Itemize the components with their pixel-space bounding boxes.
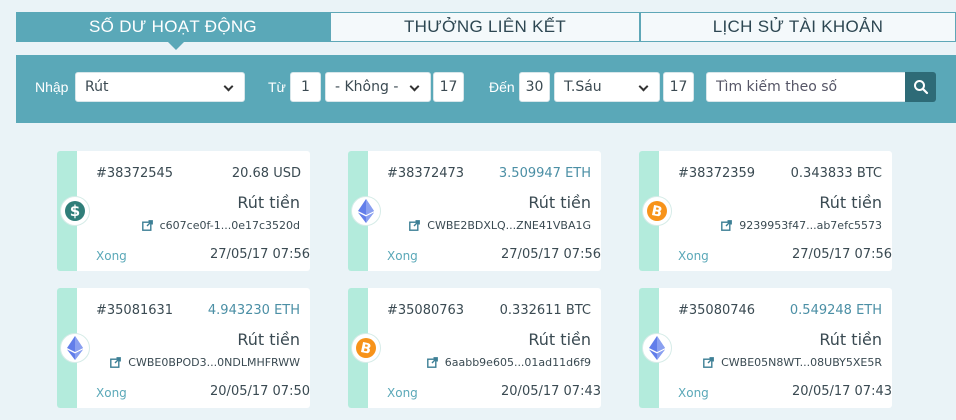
type-label: Nhập xyxy=(35,79,69,95)
transaction-amount: 0.332611 BTC xyxy=(499,303,591,318)
transaction-date: 20/05/17 07:43 xyxy=(792,384,892,399)
transaction-hash: 9239953f47...ab7efc5573 xyxy=(739,219,882,232)
status-badge: Xong xyxy=(678,249,709,263)
search-icon xyxy=(913,80,928,95)
ethereum-coin-icon xyxy=(60,333,90,363)
dollar-coin-icon: $ xyxy=(60,196,90,226)
transaction-card[interactable]: #35081631 4.943230 ETH Rút tiền CWBE0BPOD3.… xyxy=(57,288,310,408)
transaction-hash: CWBE0BPOD3...0NDLMHFRWW xyxy=(128,356,300,369)
from-day-value: 1 xyxy=(301,79,310,95)
transaction-amount: 0.549248 ETH xyxy=(789,303,882,318)
transaction-hash: c607ce0f-1...0e17c3520d xyxy=(159,219,300,232)
external-link-icon xyxy=(721,220,733,231)
status-badge: Xong xyxy=(387,386,418,400)
transaction-amount: 20.68 USD xyxy=(231,166,301,181)
transaction-type: Rút tiền xyxy=(819,330,882,349)
status-badge: Xong xyxy=(387,249,418,263)
transaction-amount: 4.943230 ETH xyxy=(207,303,300,318)
transaction-hash-link[interactable]: 9239953f47...ab7efc5573 xyxy=(721,219,882,232)
from-day-field[interactable]: 1 xyxy=(290,72,321,102)
transaction-hash: CWBE2BDXLQ...ZNE41VBA1G xyxy=(427,219,591,232)
from-year-value: 17 xyxy=(439,79,458,95)
external-link-icon xyxy=(703,357,714,368)
transaction-id: #35080746 xyxy=(678,303,756,318)
transaction-card[interactable]: B #35080763 0.332611 BTC Rút tiền 6aabb9e605… xyxy=(348,288,601,408)
status-badge: Xong xyxy=(96,249,127,263)
transaction-date: 27/05/17 07:56 xyxy=(792,247,892,262)
search-input[interactable] xyxy=(706,72,906,102)
transaction-hash-link[interactable]: CWBE2BDXLQ...ZNE41VBA1G xyxy=(409,219,591,232)
transaction-card[interactable]: #35080746 0.549248 ETH Rút tiền CWBE05N8WT.… xyxy=(639,288,892,408)
to-month-select[interactable]: T.Sáu xyxy=(554,72,660,102)
tab-referral-rewards[interactable]: THƯỞNG LIÊN KẾT xyxy=(330,12,640,42)
transaction-id: #38372545 xyxy=(96,166,174,181)
to-day-value: 30 xyxy=(525,79,544,95)
chevron-down-icon xyxy=(409,81,420,92)
to-day-field[interactable]: 30 xyxy=(519,72,550,102)
transaction-amount: 0.343833 BTC xyxy=(790,166,882,181)
transaction-id: #35081631 xyxy=(96,303,174,318)
transaction-hash: 6aabb9e605...01ad11d6f9 xyxy=(444,356,591,369)
from-month-value: - Không - xyxy=(335,79,399,95)
to-year-field[interactable]: 17 xyxy=(663,72,694,102)
transaction-type: Rút tiền xyxy=(237,193,300,212)
tab-active-balance[interactable]: SỐ DƯ HOẠT ĐỘNG xyxy=(16,12,330,50)
chevron-down-icon xyxy=(638,81,649,92)
filter-bar: Nhập Rút Từ 1 - Không - 17 Đến 30 T.Sáu … xyxy=(16,55,956,123)
transaction-type: Rút tiền xyxy=(528,330,591,349)
transaction-hash-link[interactable]: CWBE0BPOD3...0NDLMHFRWW xyxy=(110,356,300,369)
transaction-id: #38372473 xyxy=(387,166,465,181)
ethereum-coin-icon xyxy=(642,333,672,363)
svg-text:$: $ xyxy=(70,202,80,220)
chevron-down-icon xyxy=(223,81,234,92)
type-select[interactable]: Rút xyxy=(75,72,245,102)
search-button[interactable] xyxy=(905,72,936,102)
from-month-select[interactable]: - Không - xyxy=(325,72,431,102)
to-label: Đến xyxy=(489,79,515,95)
transaction-card[interactable]: #38372473 3.509947 ETH Rút tiền CWBE2BDXLQ.… xyxy=(348,151,601,271)
from-year-field[interactable]: 17 xyxy=(433,72,464,102)
transaction-date: 27/05/17 07:56 xyxy=(501,247,601,262)
external-link-icon xyxy=(409,220,421,231)
from-label: Từ xyxy=(268,79,286,95)
transaction-hash-link[interactable]: 6aabb9e605...01ad11d6f9 xyxy=(426,356,591,369)
transaction-type: Rút tiền xyxy=(819,193,882,212)
type-select-value: Rút xyxy=(85,79,109,95)
transaction-card[interactable]: B #38372359 0.343833 BTC Rút tiền 9239953f47… xyxy=(639,151,892,271)
transaction-hash-link[interactable]: c607ce0f-1...0e17c3520d xyxy=(141,219,300,232)
transaction-date: 27/05/17 07:56 xyxy=(210,247,310,262)
to-month-value: T.Sáu xyxy=(564,79,602,95)
transaction-type: Rút tiền xyxy=(237,330,300,349)
transaction-date: 20/05/17 07:43 xyxy=(501,384,601,399)
bitcoin-coin-icon: B xyxy=(351,333,381,363)
transaction-card[interactable]: $ #38372545 20.68 USD Rút tiền c607ce0f-1...… xyxy=(57,151,310,271)
transaction-id: #35080763 xyxy=(387,303,465,318)
transaction-type: Rút tiền xyxy=(528,193,591,212)
to-year-value: 17 xyxy=(669,79,688,95)
tab-bar: SỐ DƯ HOẠT ĐỘNG THƯỞNG LIÊN KẾT LỊCH SỬ … xyxy=(16,12,956,50)
transaction-hash-link[interactable]: CWBE05N8WT...08UBY5XE5R xyxy=(703,356,882,369)
external-link-icon xyxy=(110,357,122,368)
external-link-icon xyxy=(426,357,438,368)
status-badge: Xong xyxy=(96,386,127,400)
transaction-hash: CWBE05N8WT...08UBY5XE5R xyxy=(721,356,882,369)
external-link-icon xyxy=(141,220,153,231)
transaction-amount: 3.509947 ETH xyxy=(498,166,591,181)
transaction-id: #38372359 xyxy=(678,166,756,181)
bitcoin-coin-icon: B xyxy=(642,196,672,226)
tab-account-history[interactable]: LỊCH SỬ TÀI KHOẢN xyxy=(640,12,956,42)
ethereum-coin-icon xyxy=(351,196,381,226)
transaction-date: 20/05/17 07:50 xyxy=(210,384,310,399)
status-badge: Xong xyxy=(678,386,709,400)
